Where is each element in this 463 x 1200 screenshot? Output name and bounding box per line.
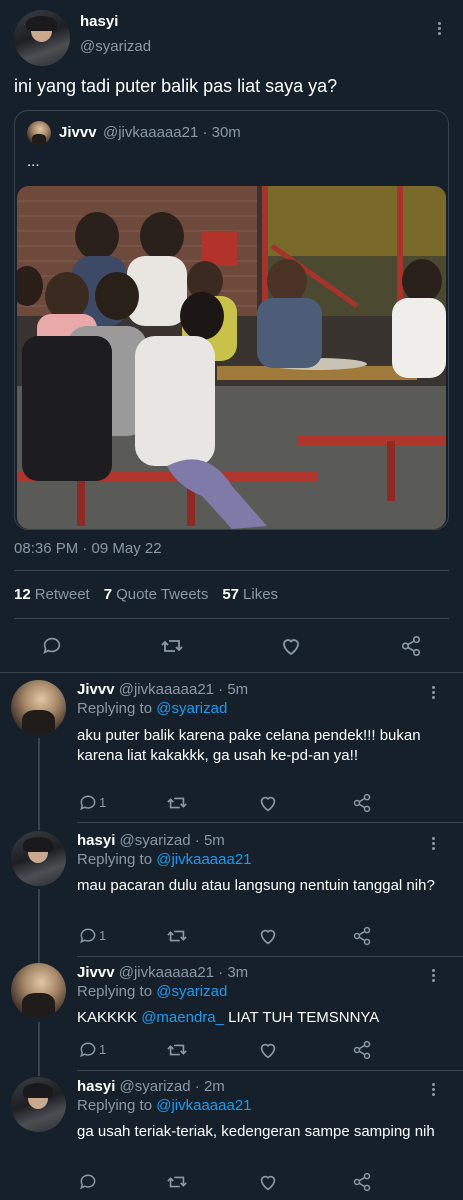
replying-to-link[interactable]: @syarizad [156,700,227,717]
share-icon[interactable] [350,1170,374,1194]
reply-tweet[interactable]: hasyi @syarizad · 5m Replying to @jivkaa… [0,831,463,956]
replying-to-link[interactable]: @jivkaaaaa21 [156,851,251,868]
divider [14,570,449,571]
reply-actions: 1 [0,1038,463,1062]
reply-icon[interactable] [76,791,100,815]
reply-actions: 1 [0,791,463,815]
replying-to: Replying to @syarizad [77,700,228,717]
like-icon[interactable] [256,924,280,948]
quoted-author-name: Jivvv [59,124,97,141]
more-icon[interactable] [425,682,441,702]
reply-tweet[interactable]: Jivvv @jivkaaaaa21 · 3m Replying to @sya… [0,963,463,1068]
tweet-timestamp[interactable]: 08:36 PM · 09 May 22 [14,540,162,557]
quoted-tweet-photo[interactable] [17,186,446,529]
reply-author[interactable]: hasyi @syarizad · 5m [77,832,225,849]
retweets-stat[interactable]: 12 Retweet [14,586,90,603]
replying-to-link[interactable]: @jivkaaaaa21 [156,1097,251,1114]
main-tweet-actions [0,632,463,662]
reply-separator [77,1070,463,1071]
likes-stat[interactable]: 57 Likes [222,586,278,603]
replying-to: Replying to @syarizad [77,983,228,1000]
reply-author[interactable]: Jivvv @jivkaaaaa21 · 5m [77,681,248,698]
like-icon[interactable] [279,634,303,658]
author-name[interactable]: hasyi [80,13,118,30]
reply-author-avatar[interactable] [11,680,66,735]
share-icon[interactable] [350,1038,374,1062]
reply-tweet[interactable]: hasyi @syarizad · 2m Replying to @jivkaa… [0,1077,463,1200]
reply-tweet[interactable]: Jivvv @jivkaaaaa21 · 5m Replying to @sya… [0,680,463,825]
divider [14,618,449,619]
reply-actions [0,1170,463,1194]
reply-count: 1 [99,795,107,810]
reply-separator [77,822,463,823]
reply-text: KAKKKK @maendra_ LIAT TUH TEMSNNYA [77,1009,380,1026]
quotes-stat[interactable]: 7 Quote Tweets [104,586,209,603]
group-photo-illustration [17,186,446,529]
reply-icon[interactable] [76,924,100,948]
quoted-author-avatar [27,121,51,145]
reply-actions: 1 [0,924,463,948]
replying-to: Replying to @jivkaaaaa21 [77,1097,252,1114]
reply-separator [77,956,463,957]
reply-icon[interactable] [40,634,64,658]
reply-author-avatar[interactable] [11,1077,66,1132]
reply-author[interactable]: Jivvv @jivkaaaaa21 · 3m [77,964,248,981]
retweet-icon[interactable] [165,1170,189,1194]
replying-to-link[interactable]: @syarizad [156,983,227,1000]
section-separator [0,672,463,673]
reply-text: ga usah teriak-teriak, kedengeran sampe … [77,1123,435,1140]
quoted-tweet-text: ... [27,153,40,170]
reply-author[interactable]: hasyi @syarizad · 2m [77,1078,225,1095]
author-handle[interactable]: @syarizad [80,38,151,55]
tweet-text: ini yang tadi puter balik pas liat saya … [14,76,338,96]
reply-count: 1 [99,928,107,943]
reply-text: mau pacaran dulu atau langsung nentuin t… [77,877,435,894]
like-icon[interactable] [256,1170,280,1194]
retweet-icon[interactable] [165,924,189,948]
quoted-tweet-card[interactable]: Jivvv @jivkaaaaa21 · 30m ... [14,110,449,530]
reply-icon[interactable] [76,1038,100,1062]
main-tweet-header: hasyi @syarizad [14,10,449,70]
more-icon[interactable] [425,833,441,853]
quoted-author-handle: @jivkaaaaa21 · 30m [103,124,241,141]
retweet-icon[interactable] [165,791,189,815]
share-icon[interactable] [399,634,423,658]
replying-to: Replying to @jivkaaaaa21 [77,851,252,868]
like-icon[interactable] [256,1038,280,1062]
more-icon[interactable] [425,965,441,985]
reply-count: 1 [99,1042,107,1057]
reply-author-avatar[interactable] [11,963,66,1018]
reply-text: aku puter balik karena pake celana pende… [77,727,421,764]
retweet-icon[interactable] [165,1038,189,1062]
mention-link[interactable]: @maendra_ [141,1009,224,1026]
share-icon[interactable] [350,924,374,948]
reply-icon[interactable] [76,1170,100,1194]
author-avatar[interactable] [14,10,70,66]
like-icon[interactable] [256,791,280,815]
share-icon[interactable] [350,791,374,815]
reply-author-avatar[interactable] [11,831,66,886]
more-icon[interactable] [431,18,447,38]
tweet-stats: 12 Retweet 7 Quote Tweets 57 Likes [14,586,278,603]
more-icon[interactable] [425,1079,441,1099]
retweet-icon[interactable] [160,634,184,658]
